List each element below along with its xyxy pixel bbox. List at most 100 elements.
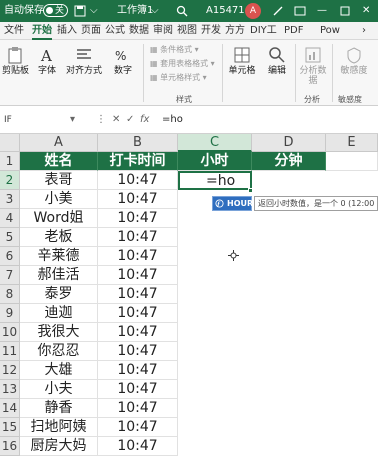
sensitivity-button[interactable]: 敏感度 <box>336 46 372 77</box>
name-cell[interactable]: 静香 <box>20 399 98 418</box>
ribbon-display-icon[interactable] <box>294 5 306 17</box>
time-cell[interactable]: 10:47 <box>98 418 178 437</box>
tab-scroll-right-icon[interactable]: › <box>362 24 366 38</box>
active-cell-c2[interactable]: =ho <box>178 171 252 190</box>
save-icon[interactable] <box>74 5 86 17</box>
time-cell[interactable]: 10:47 <box>98 228 178 247</box>
tab-power[interactable]: Pow <box>320 24 340 38</box>
name-cell[interactable]: 厨房大妈 <box>20 437 98 456</box>
font-button[interactable]: A 字体 <box>34 46 60 77</box>
cancel-button[interactable]: ✕ <box>112 112 120 128</box>
close-icon[interactable]: ✕ <box>362 3 370 19</box>
conditional-format-button[interactable]: ▦ 条件格式 ▾ <box>150 44 199 56</box>
row-header[interactable]: 16 <box>0 437 20 456</box>
tab-data[interactable]: 数据 <box>129 24 149 38</box>
formula-input[interactable]: =ho <box>162 112 183 128</box>
fill-handle[interactable] <box>248 188 253 193</box>
name-cell[interactable]: 表哥 <box>20 171 98 190</box>
row-header[interactable]: 7 <box>0 266 20 285</box>
time-cell[interactable]: 10:47 <box>98 361 178 380</box>
time-cell[interactable]: 10:47 <box>98 304 178 323</box>
name-cell[interactable]: 老板 <box>20 228 98 247</box>
column-header-d[interactable]: D <box>252 134 326 152</box>
cells-button[interactable]: 单元格 <box>226 46 258 77</box>
time-cell[interactable]: 10:47 <box>98 171 178 190</box>
confirm-button[interactable]: ✓ <box>126 112 134 128</box>
name-cell[interactable]: 小美 <box>20 190 98 209</box>
row-header[interactable]: 15 <box>0 418 20 437</box>
tab-page-layout[interactable]: 页面 <box>81 24 101 38</box>
name-cell[interactable]: 郝佳活 <box>20 266 98 285</box>
header-cell-minute[interactable]: 分钟 <box>252 152 326 171</box>
name-cell[interactable]: 扫地阿姨 <box>20 418 98 437</box>
row-header[interactable]: 3 <box>0 190 20 209</box>
row-header[interactable]: 14 <box>0 399 20 418</box>
table-format-button[interactable]: ▦ 套用表格格式 ▾ <box>150 58 215 70</box>
row-header[interactable]: 6 <box>0 247 20 266</box>
name-cell[interactable]: Word姐 <box>20 209 98 228</box>
time-cell[interactable]: 10:47 <box>98 247 178 266</box>
pen-icon[interactable] <box>272 5 284 17</box>
row-header[interactable]: 13 <box>0 380 20 399</box>
time-cell[interactable]: 10:47 <box>98 437 178 456</box>
name-box-dropdown-icon[interactable]: ▾ <box>70 112 75 128</box>
tab-diy[interactable]: DIY工 <box>250 24 277 38</box>
time-cell[interactable]: 10:47 <box>98 190 178 209</box>
row-header[interactable]: 2 <box>0 171 20 190</box>
row-header[interactable]: 10 <box>0 323 20 342</box>
minimize-icon[interactable]: — <box>317 3 327 19</box>
tab-insert[interactable]: 插入 <box>57 24 77 38</box>
header-cell-hour[interactable]: 小时 <box>178 152 252 171</box>
tab-fangfang[interactable]: 方方 <box>225 24 245 38</box>
header-cell-time[interactable]: 打卡时间 <box>98 152 178 171</box>
tab-home[interactable]: 开始 <box>32 24 52 40</box>
clipboard-button[interactable]: 剪贴板 <box>2 46 29 77</box>
row-header[interactable]: 12 <box>0 361 20 380</box>
time-cell[interactable]: 10:47 <box>98 380 178 399</box>
cell-style-button[interactable]: ▦ 单元格样式 ▾ <box>150 72 207 84</box>
tab-developer[interactable]: 开发 <box>201 24 221 38</box>
autosave-toggle[interactable]: 关 <box>43 4 68 17</box>
row-header[interactable]: 9 <box>0 304 20 323</box>
name-cell[interactable]: 小夫 <box>20 380 98 399</box>
tab-pdf[interactable]: PDF <box>284 24 303 38</box>
analyze-data-button[interactable]: 分析数据 <box>298 46 328 87</box>
autocomplete-item-hour[interactable]: f HOUR <box>212 196 253 211</box>
column-header-a[interactable]: A <box>20 134 98 152</box>
tab-view[interactable]: 视图 <box>177 24 197 38</box>
time-cell[interactable]: 10:47 <box>98 323 178 342</box>
column-header-c[interactable]: C <box>178 134 252 152</box>
header-cell-name[interactable]: 姓名 <box>20 152 98 171</box>
name-cell[interactable]: 我很大 <box>20 323 98 342</box>
alignment-button[interactable]: 对齐方式 <box>66 46 102 77</box>
tab-file[interactable]: 文件 <box>4 24 24 38</box>
title-dropdown-icon[interactable]: ⌵ <box>151 3 159 19</box>
row-header[interactable]: 11 <box>0 342 20 361</box>
time-cell[interactable]: 10:47 <box>98 399 178 418</box>
name-cell[interactable]: 迪迦 <box>20 304 98 323</box>
tab-formulas[interactable]: 公式 <box>105 24 125 38</box>
name-cell[interactable]: 大雄 <box>20 361 98 380</box>
number-button[interactable]: % 数字 <box>110 46 136 77</box>
time-cell[interactable]: 10:47 <box>98 285 178 304</box>
column-header-e[interactable]: E <box>326 134 378 152</box>
name-cell[interactable]: 你忍忍 <box>20 342 98 361</box>
row-header[interactable]: 5 <box>0 228 20 247</box>
insert-function-button[interactable]: fx <box>140 112 149 128</box>
time-cell[interactable]: 10:47 <box>98 266 178 285</box>
row-header[interactable]: 4 <box>0 209 20 228</box>
select-all-corner[interactable] <box>0 134 20 152</box>
maximize-icon[interactable] <box>340 6 350 16</box>
tab-review[interactable]: 审阅 <box>153 24 173 38</box>
search-icon[interactable] <box>176 5 188 17</box>
cell-e1[interactable] <box>326 152 378 171</box>
row-header[interactable]: 1 <box>0 152 20 171</box>
edit-button[interactable]: 编辑 <box>264 46 290 77</box>
name-box[interactable]: IF <box>2 112 62 128</box>
name-cell[interactable]: 泰罗 <box>20 285 98 304</box>
time-cell[interactable]: 10:47 <box>98 209 178 228</box>
name-cell[interactable]: 辛莱德 <box>20 247 98 266</box>
more-icon[interactable]: ⌵ <box>90 3 98 19</box>
time-cell[interactable]: 10:47 <box>98 342 178 361</box>
avatar[interactable]: A <box>245 3 261 19</box>
